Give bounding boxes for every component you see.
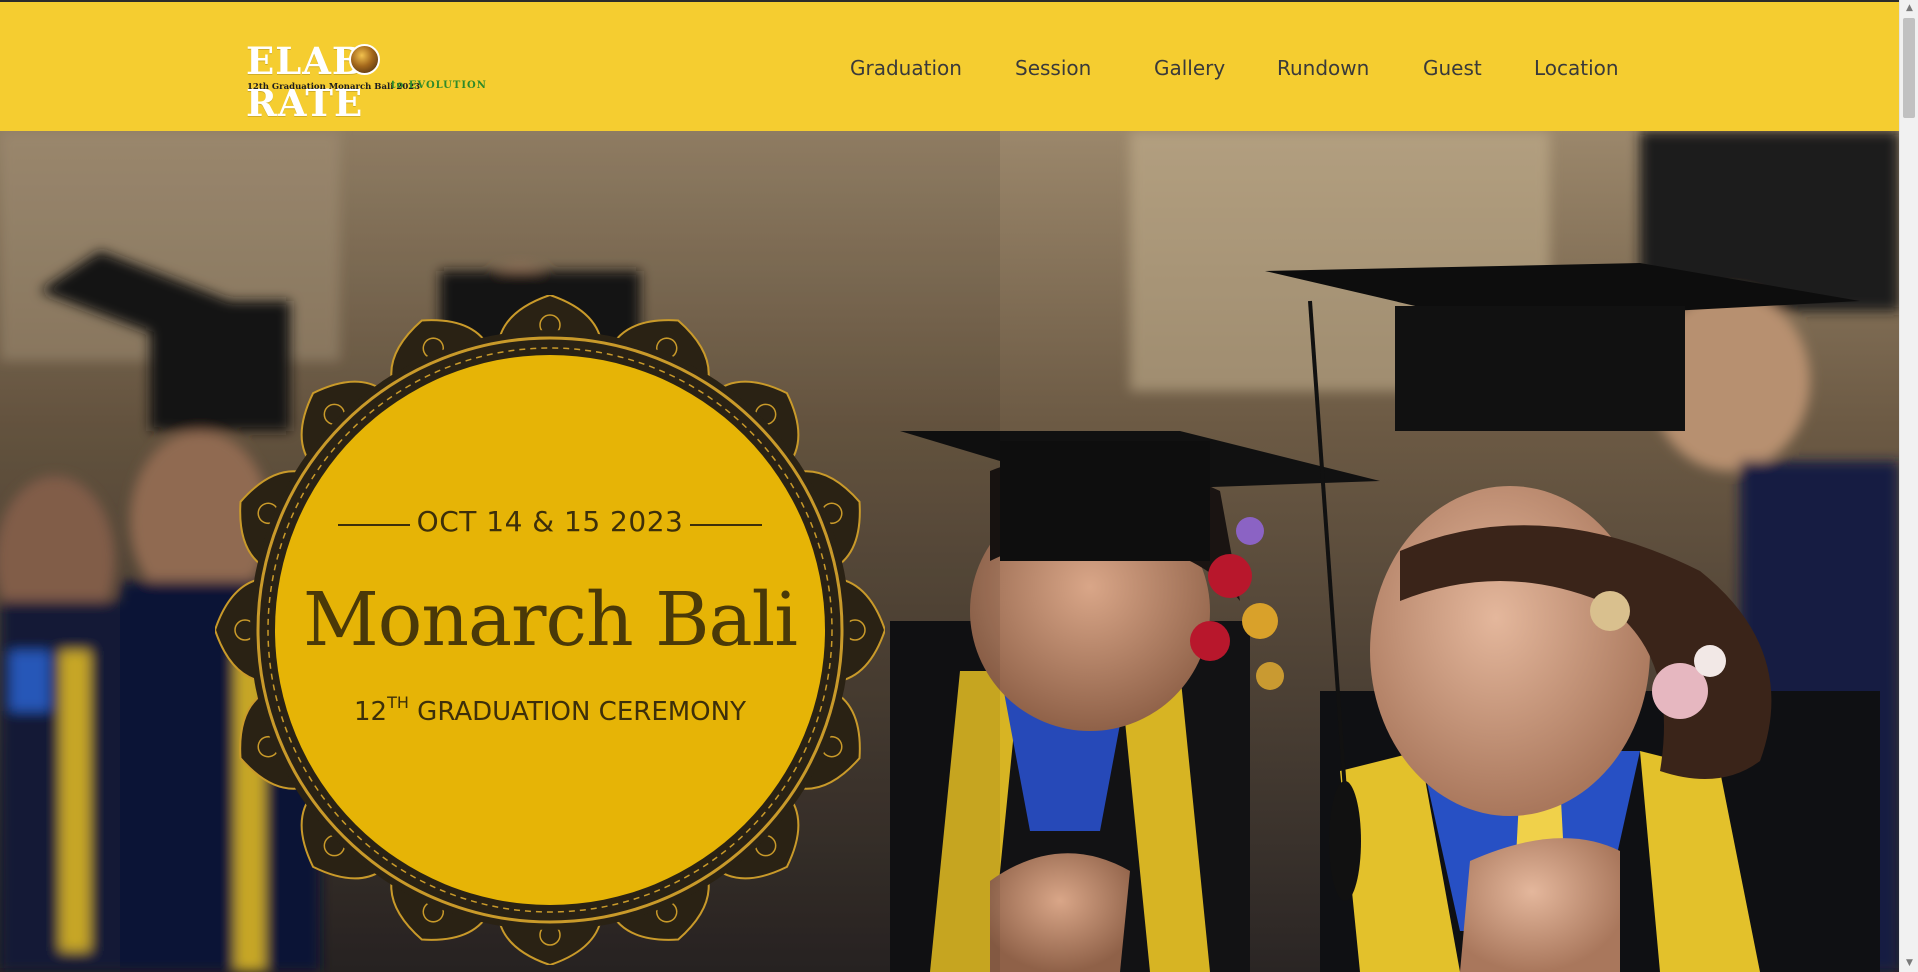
subtitle-text: GRADUATION CEREMONY — [408, 697, 746, 727]
nav-rundown[interactable]: Rundown — [1277, 53, 1369, 83]
badge-date-wrap: OCT 14 & 15 2023 — [215, 505, 885, 538]
nav-gallery[interactable]: Gallery — [1154, 53, 1225, 83]
nav-guest[interactable]: Guest — [1423, 53, 1482, 83]
page: ELAB RATE 12th Graduation Monarch Bali 2… — [0, 0, 1899, 972]
scroll-up-arrow-icon[interactable]: ▲ — [1900, 0, 1918, 17]
event-title: Monarch Bali — [303, 577, 798, 663]
subtitle-number: 12 — [354, 697, 388, 727]
nav-graduation[interactable]: Graduation — [850, 53, 962, 83]
subtitle-ordinal: TH — [387, 693, 409, 712]
nav-location[interactable]: Location — [1534, 53, 1619, 83]
nav-session[interactable]: Session — [1015, 53, 1091, 83]
site-header: ELAB RATE 12th Graduation Monarch Bali 2… — [0, 2, 1899, 131]
scrollbar-thumb[interactable] — [1903, 18, 1915, 118]
event-subtitle: 12TH GRADUATION CEREMONY — [215, 693, 885, 727]
scroll-down-arrow-icon[interactable]: ▼ — [1900, 955, 1918, 972]
event-date: OCT 14 & 15 2023 — [416, 505, 684, 538]
page-scrollbar[interactable]: ▲ ▼ — [1899, 0, 1918, 972]
main-navigation: Graduation Session Gallery Rundown Guest… — [0, 53, 1899, 83]
hero-section: OCT 14 & 15 2023 Monarch Bali 12TH GRADU… — [0, 131, 1899, 972]
event-badge: OCT 14 & 15 2023 Monarch Bali 12TH GRADU… — [215, 295, 885, 965]
